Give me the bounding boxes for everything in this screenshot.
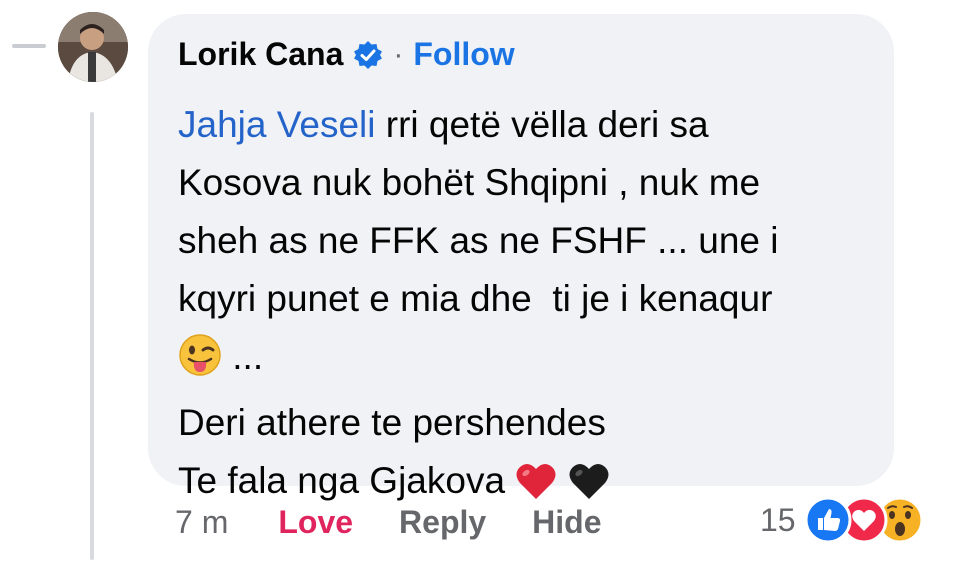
comment-header: Lorik Cana · Follow <box>178 36 515 73</box>
thread-line <box>90 112 94 560</box>
comment-text-segment: rri qetë vëlla deri sa <box>375 104 709 145</box>
mention-link[interactable]: Jahja Veseli <box>178 104 375 145</box>
winking-tongue-emoji-icon <box>178 333 222 394</box>
follow-button[interactable]: Follow <box>413 36 514 73</box>
separator-dot: · <box>393 37 404 71</box>
comment-timestamp[interactable]: 7 m <box>175 504 228 541</box>
reaction-summary[interactable]: 15 <box>760 496 980 544</box>
comment-text-segment: Te fala nga Gjakova <box>178 460 516 501</box>
thread-connector <box>12 44 46 48</box>
comment-text: Jahja Veseli rri qetë vëlla deri sa Koso… <box>178 96 878 518</box>
author-name[interactable]: Lorik Cana <box>178 36 343 73</box>
avatar[interactable] <box>58 12 128 82</box>
comment-line-4: kqyri punet e mia dhe ti je i kenaqur <box>178 278 773 319</box>
hide-button[interactable]: Hide <box>532 504 601 541</box>
comment-bubble: Lorik Cana · Follow Jahja Veseli rri qet… <box>148 14 894 501</box>
comment-line-2: Kosova nuk bohët Shqipni , nuk me <box>178 162 761 203</box>
comment-line-6: Deri athere te pershendes <box>178 402 606 443</box>
comment-actions: 7 m Love Reply Hide <box>175 504 602 541</box>
verified-badge-icon <box>353 40 383 70</box>
love-reaction-button[interactable]: Love <box>278 504 353 541</box>
reaction-count: 15 <box>760 501 796 538</box>
reaction-icons <box>804 496 980 544</box>
comment-line-3: sheh as ne FFK as ne FSHF ... une i <box>178 220 779 261</box>
reply-button[interactable]: Reply <box>399 504 486 541</box>
comment-line-1: Jahja Veseli rri qetë vëlla deri sa <box>178 96 878 154</box>
like-icon <box>804 496 852 549</box>
comment-line-5: ... <box>178 328 878 394</box>
ellipsis-text: ... <box>232 336 264 377</box>
